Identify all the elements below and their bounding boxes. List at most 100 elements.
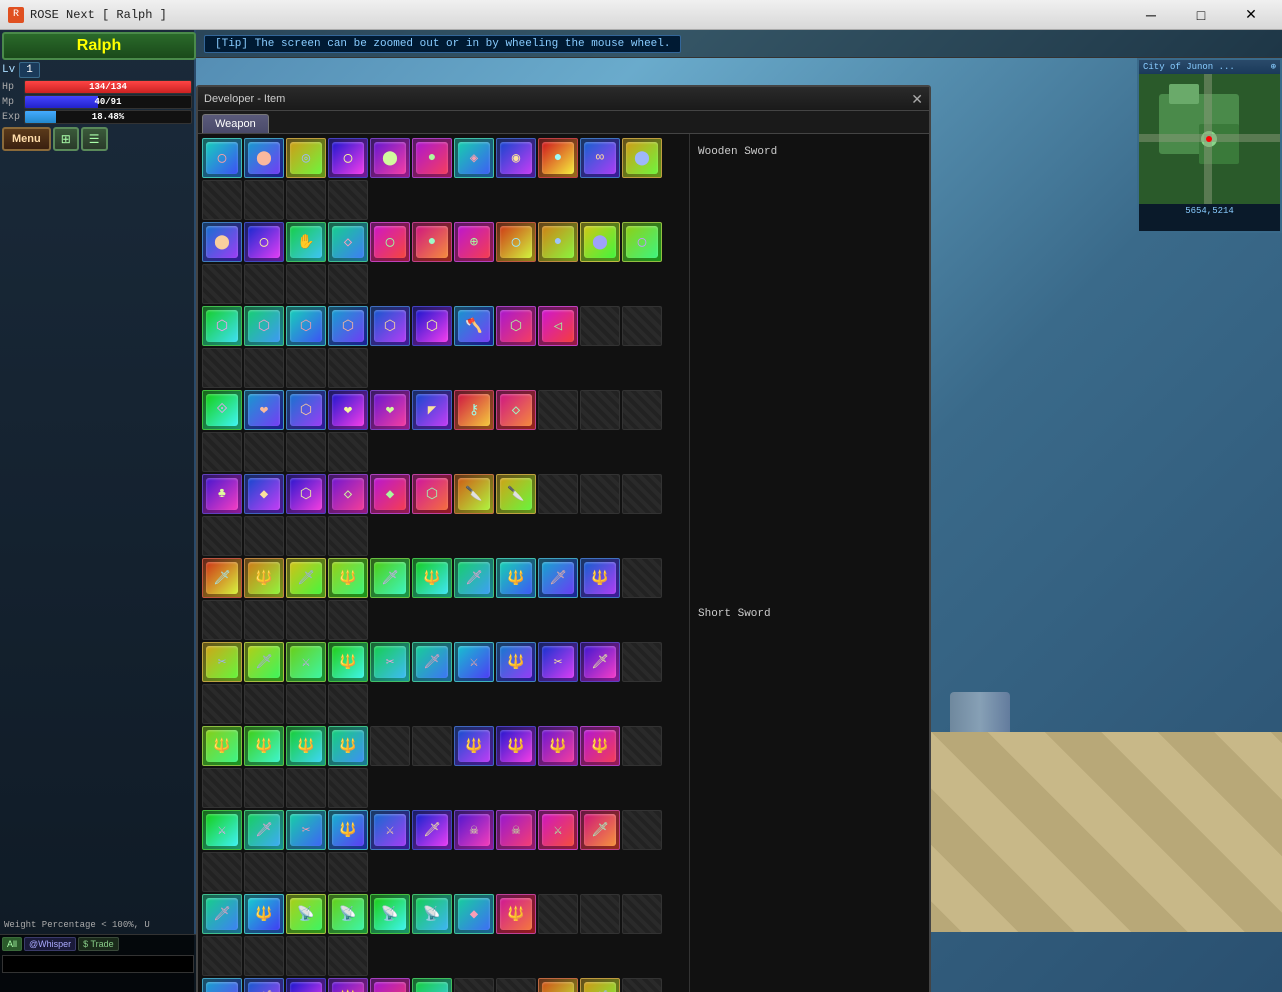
item-cell[interactable]: ✂ [286,810,326,850]
item-cell[interactable]: ⚔ [454,642,494,682]
item-cell[interactable]: ⬡ [244,306,284,346]
item-cell[interactable]: ⬡ [370,306,410,346]
item-cell[interactable]: 🔱 [454,726,494,766]
item-cell[interactable] [202,600,242,640]
item-cell[interactable] [412,726,452,766]
item-cell[interactable]: 🔱 [328,726,368,766]
item-cell[interactable] [580,474,620,514]
item-cell[interactable] [328,684,368,724]
item-cell[interactable] [202,684,242,724]
item-cell[interactable]: 🔱 [328,642,368,682]
item-cell[interactable]: ⬤ [370,138,410,178]
chat-input[interactable] [7,959,189,970]
item-cell[interactable]: ⚔ [286,978,326,992]
item-cell[interactable]: ∞ [580,138,620,178]
item-cell[interactable] [328,432,368,472]
item-cell[interactable]: ✂ [370,642,410,682]
item-cell[interactable]: ◆ [244,474,284,514]
item-cell[interactable]: 📡 [370,894,410,934]
item-cell[interactable] [538,390,578,430]
item-cell[interactable]: 🗡 [412,642,452,682]
item-cell[interactable] [328,600,368,640]
item-cell[interactable] [202,852,242,892]
item-cell[interactable]: ⬡ [496,306,536,346]
item-cell[interactable]: 🗡 [202,894,242,934]
chat-trade-tab[interactable]: $ Trade [78,937,119,951]
item-cell[interactable]: ⬤ [580,222,620,262]
item-cell[interactable]: ◤ [412,390,452,430]
item-cell[interactable] [244,180,284,220]
item-cell[interactable]: 🗡 [580,978,620,992]
item-cell[interactable] [202,180,242,220]
item-cell[interactable]: ☠ [496,810,536,850]
item-cell[interactable]: 🔱 [328,978,368,992]
item-cell[interactable]: 🗡 [580,810,620,850]
item-cell[interactable] [202,432,242,472]
item-cell[interactable]: ✂ [538,978,578,992]
menu-button[interactable]: Menu [2,127,51,151]
item-cell[interactable] [202,936,242,976]
item-cell[interactable]: ⟐ [202,390,242,430]
item-cell[interactable] [244,684,284,724]
item-cell[interactable] [580,894,620,934]
item-cell[interactable] [622,726,662,766]
item-cell[interactable]: ☠ [454,810,494,850]
item-cell[interactable] [622,474,662,514]
item-cell[interactable] [622,894,662,934]
item-cell[interactable]: ◯ [496,222,536,262]
item-cell[interactable]: ⬡ [286,306,326,346]
item-cell[interactable]: 🗡 [286,558,326,598]
item-cell[interactable]: 🔱 [244,558,284,598]
item-cell[interactable]: ⚔ [286,642,326,682]
item-cell[interactable]: ◁ [538,306,578,346]
item-cell[interactable] [496,978,536,992]
item-cell[interactable]: ⬤ [202,222,242,262]
item-cell[interactable] [244,936,284,976]
item-cell[interactable] [622,306,662,346]
item-cell[interactable] [244,348,284,388]
chat-whisper-tab[interactable]: @Whisper [24,937,76,951]
item-cell[interactable] [286,852,326,892]
item-cell[interactable] [244,264,284,304]
item-cell[interactable]: ● [538,222,578,262]
item-cell[interactable] [622,558,662,598]
item-cell[interactable] [286,768,326,808]
item-cell[interactable]: ◯ [622,222,662,262]
item-cell[interactable] [286,600,326,640]
minimap-zoom-icon[interactable]: ⊕ [1271,62,1276,72]
item-cell[interactable]: 🔱 [580,726,620,766]
chat-all-tab[interactable]: All [2,937,22,951]
item-cell[interactable] [580,390,620,430]
item-cell[interactable] [286,684,326,724]
item-cell[interactable] [244,432,284,472]
item-cell[interactable]: 📡 [412,894,452,934]
item-cell[interactable] [286,432,326,472]
item-cell[interactable]: 🔱 [496,642,536,682]
item-cell[interactable]: ✋ [286,222,326,262]
item-cell[interactable]: ◆ [370,474,410,514]
dev-window-close[interactable]: ✕ [911,92,923,106]
item-cell[interactable]: 🔱 [286,726,326,766]
item-cell[interactable]: ⟡ [412,978,452,992]
item-cell[interactable]: 🗡 [202,558,242,598]
item-cell[interactable] [580,306,620,346]
item-cell[interactable]: 📡 [328,894,368,934]
item-cell[interactable]: ⬡ [202,306,242,346]
item-cell[interactable]: 🔱 [412,558,452,598]
item-cell[interactable]: ⬡ [412,474,452,514]
item-cell[interactable]: ⬤ [244,138,284,178]
skills-button[interactable]: ☰ [81,127,108,151]
item-cell[interactable] [202,348,242,388]
item-cell[interactable] [202,516,242,556]
item-cell[interactable]: ♣ [202,474,242,514]
item-cell[interactable]: 🪓 [454,306,494,346]
item-cell[interactable]: 🔱 [496,726,536,766]
item-cell[interactable]: ◉ [496,138,536,178]
item-cell[interactable]: 🗡 [244,978,284,992]
item-cell[interactable] [286,180,326,220]
item-cell[interactable] [244,600,284,640]
item-cell[interactable] [622,642,662,682]
item-cell[interactable]: 🔱 [496,894,536,934]
item-cell[interactable]: ◯ [370,222,410,262]
item-cell[interactable]: ◯ [202,138,242,178]
